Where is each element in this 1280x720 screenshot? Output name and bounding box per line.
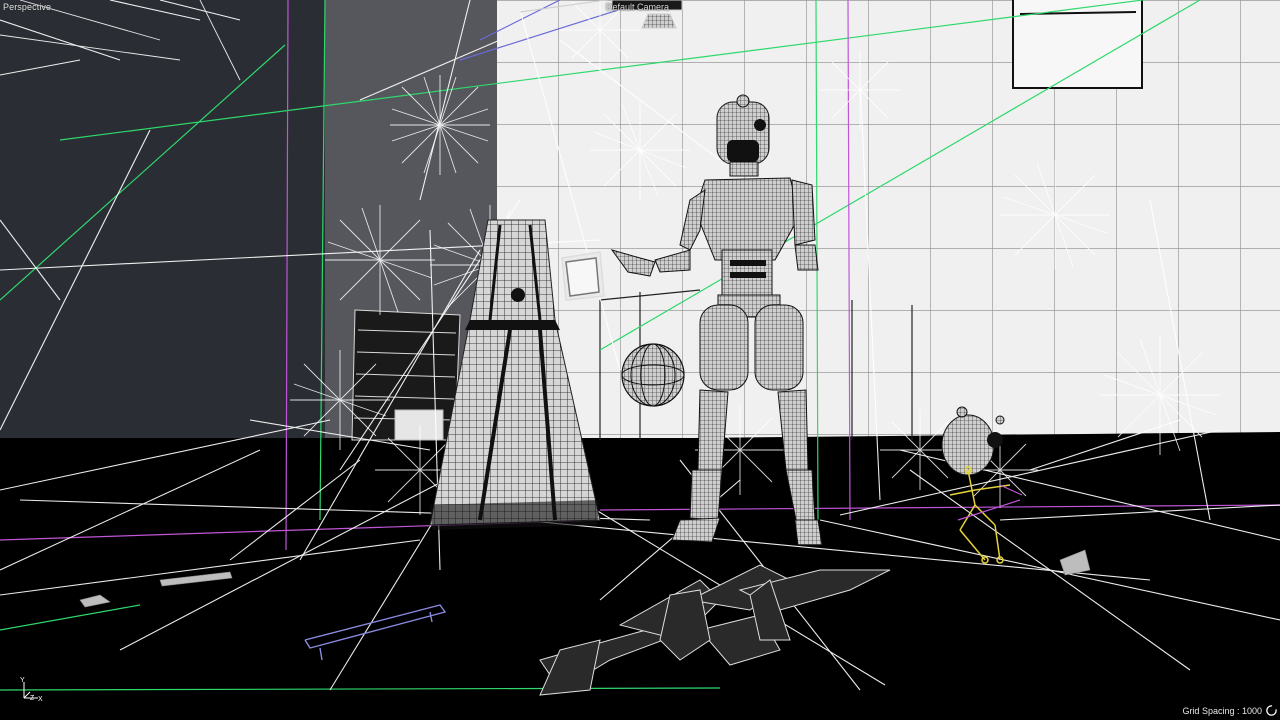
floating-box [561,251,605,301]
wall-window [1012,0,1143,89]
axis-z-label: Z [30,695,35,702]
background-chair [351,309,461,441]
axis-y-label: Y [20,677,25,684]
dark-wall [0,0,325,450]
scene-canvas[interactable] [0,0,1280,720]
orbit-icon[interactable] [1265,704,1278,717]
view-name-label[interactable]: Perspective [3,2,51,12]
back-wall [497,0,1280,440]
sphere-ball [621,343,685,407]
axis-x-label: X [38,696,43,703]
3d-viewport[interactable]: Perspective Default Camera Y Z X Grid Sp… [0,0,1280,720]
grid-spacing-label: Grid Spacing : 1000 [1182,706,1262,716]
camera-label[interactable]: Default Camera [606,2,669,12]
axis-gizmo-icon: Y Z X [20,677,43,703]
